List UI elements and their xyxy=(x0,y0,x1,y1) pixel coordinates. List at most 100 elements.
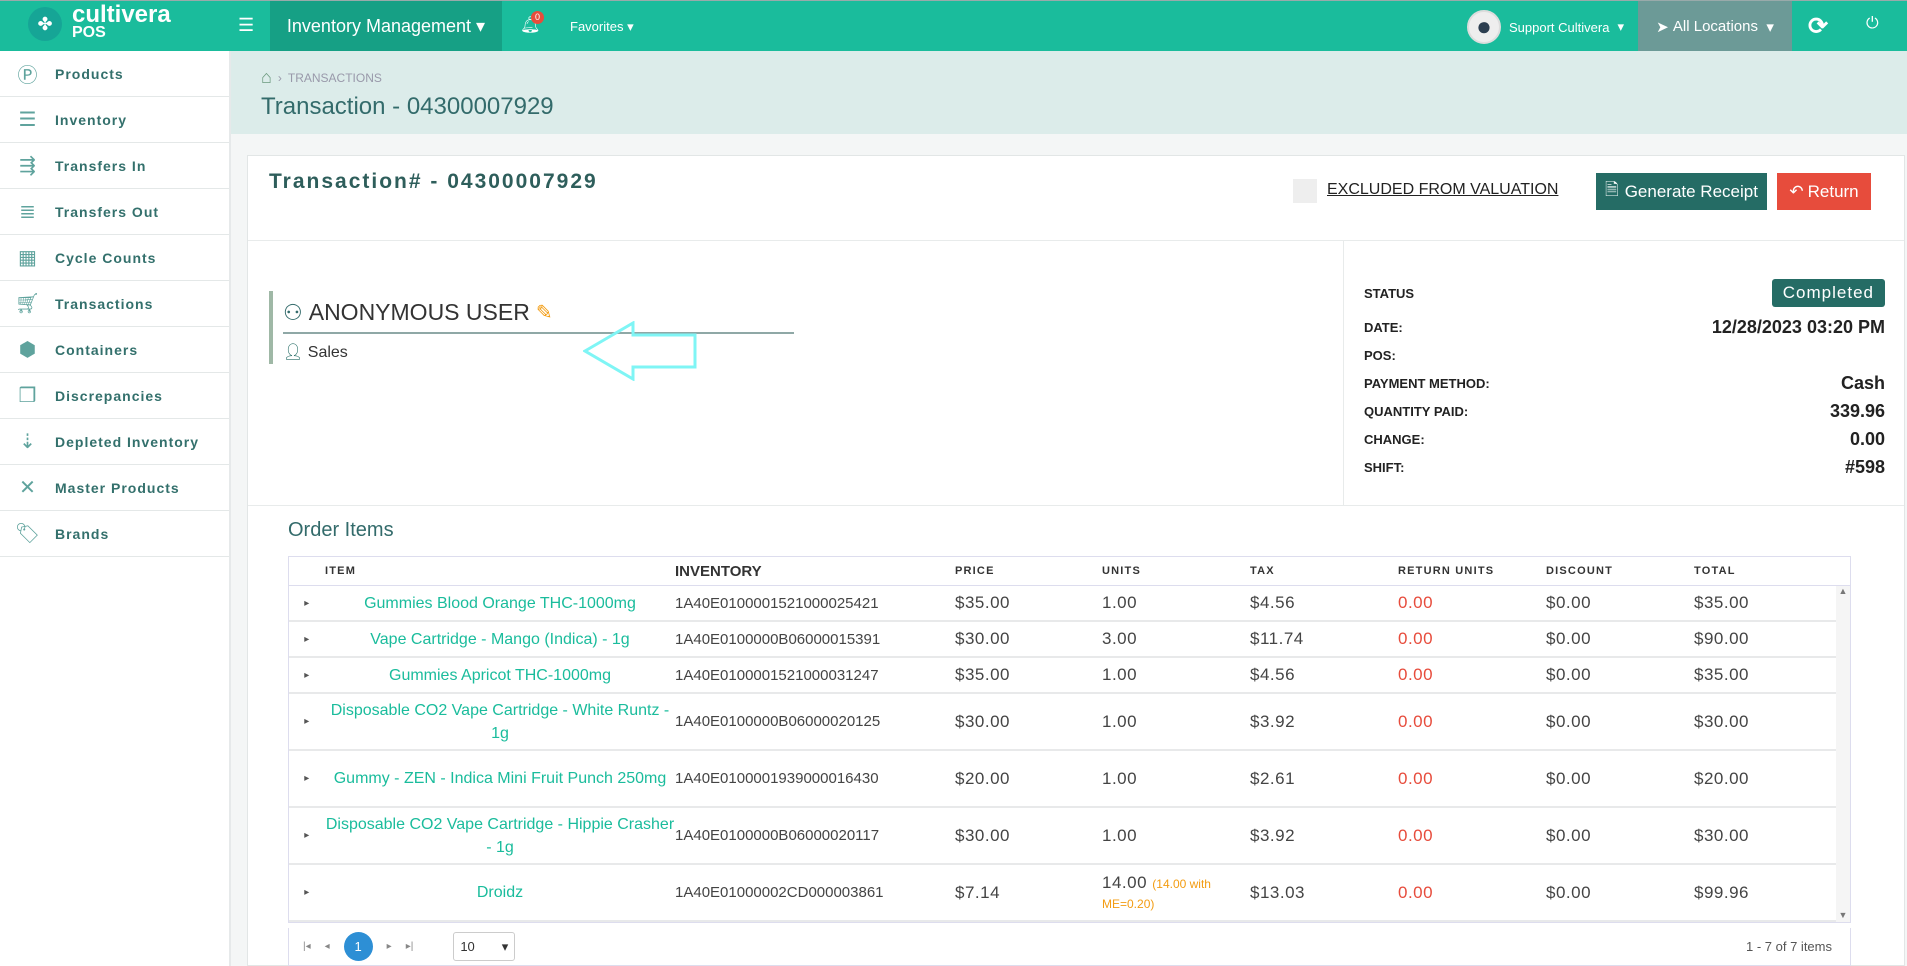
column-header[interactable]: INVENTORY xyxy=(675,563,955,580)
generate-receipt-label: Generate Receipt xyxy=(1624,181,1758,201)
cell-total: $20.00 xyxy=(1694,768,1749,788)
user-menu[interactable]: ● Support Cultivera ▾ xyxy=(1467,10,1624,44)
sidebar-item-transfers-out[interactable]: ≣ Transfers Out xyxy=(0,189,229,235)
sidebar-item-depleted-inventory[interactable]: ⇣ Depleted Inventory xyxy=(0,419,229,465)
favorites-dropdown[interactable]: Favorites ▾ xyxy=(570,19,634,35)
cell-return-units: 0.00 xyxy=(1398,711,1434,731)
column-header[interactable]: TOTAL xyxy=(1694,565,1824,577)
column-header[interactable]: UNITS xyxy=(1102,565,1250,577)
cell-inventory: 1A40E01000002CD000003861 xyxy=(675,884,884,901)
caret-down-icon: ▾ xyxy=(501,938,509,954)
cell-tax: $13.03 xyxy=(1250,882,1305,902)
sidebar-item-brands[interactable]: 🏷︎ Brands xyxy=(0,511,229,557)
expand-row-icon[interactable]: ▸ xyxy=(289,773,325,784)
page-size-select[interactable]: 10 ▾ xyxy=(453,932,516,961)
cell-inventory: 1A40E0100001939000016430 xyxy=(675,770,879,787)
logo-text: cultivera xyxy=(72,1,171,28)
cell-return-units: 0.00 xyxy=(1398,768,1434,788)
scroll-up-icon[interactable]: ▲ xyxy=(1836,586,1850,596)
return-button[interactable]: ↶ Return xyxy=(1777,173,1871,210)
boxes-icon: ❒ xyxy=(18,385,37,407)
sidebar-item-master-products[interactable]: ✕ Master Products xyxy=(0,465,229,511)
cell-tax: $4.56 xyxy=(1250,593,1296,612)
pagination: |◂ ◂ 1 ▸ ▸| 10 ▾ 1 - 7 of 7 items xyxy=(288,928,1851,966)
expand-row-icon[interactable]: ▸ xyxy=(289,670,325,681)
cell-item[interactable]: Disposable CO2 Vape Cartridge - Hippie C… xyxy=(325,813,675,859)
cell-tax: $4.56 xyxy=(1250,665,1296,684)
column-header[interactable]: TAX xyxy=(1250,565,1398,577)
sidebar-item-discrepancies[interactable]: ❒ Discrepancies xyxy=(0,373,229,419)
expand-row-icon[interactable]: ▸ xyxy=(289,598,325,609)
expand-row-icon[interactable]: ▸ xyxy=(289,830,325,841)
date-value: 12/28/2023 03:20 PM xyxy=(1711,316,1885,337)
edit-icon[interactable]: ✎ xyxy=(536,300,553,325)
tag-icon: 🏷︎ xyxy=(14,523,41,545)
page-1-button[interactable]: 1 xyxy=(343,932,373,961)
sort-down-icon: ⇣ xyxy=(19,431,36,453)
cell-item[interactable]: Disposable CO2 Vape Cartridge - White Ru… xyxy=(325,699,675,745)
expand-row-icon[interactable]: ▸ xyxy=(289,887,325,898)
page-size-value: 10 xyxy=(460,939,475,954)
prev-page-icon[interactable]: ◂ xyxy=(325,941,330,952)
module-dropdown[interactable]: Inventory Management ▾ xyxy=(270,1,502,52)
column-header[interactable]: RETURN UNITS xyxy=(1398,565,1546,577)
cell-total: $30.00 xyxy=(1694,825,1749,845)
excluded-label[interactable]: EXCLUDED FROM VALUATION xyxy=(1327,181,1558,199)
scroll-down-icon[interactable]: ▼ xyxy=(1836,910,1850,920)
table-row: ▸ Gummy - ZEN - Indica Mini Fruit Punch 2… xyxy=(289,751,1850,808)
column-header[interactable]: DISCOUNT xyxy=(1546,565,1694,577)
sidebar-item-label: Brands xyxy=(55,525,110,542)
generate-receipt-button[interactable]: 🗎 Generate Receipt xyxy=(1596,173,1767,210)
notification-badge: 0 xyxy=(531,11,544,24)
expand-row-icon[interactable]: ▸ xyxy=(289,634,325,645)
pinwheel-icon: ✕ xyxy=(19,477,36,499)
location-label: All Locations xyxy=(1672,18,1758,35)
cell-item[interactable]: Gummies Apricot THC-1000mg xyxy=(325,664,675,687)
cell-price: $35.00 xyxy=(955,593,1010,612)
cell-total: $99.96 xyxy=(1694,882,1749,902)
cell-units: 1.00 xyxy=(1102,711,1138,731)
cell-tax: $3.92 xyxy=(1250,825,1296,845)
table-row: ▸ Disposable CO2 Vape Cartridge - Hippie … xyxy=(289,808,1850,865)
cell-item[interactable]: Gummies Blood Orange THC-1000mg xyxy=(325,592,675,615)
breadcrumb-transactions[interactable]: TRANSACTIONS xyxy=(288,71,382,85)
power-icon[interactable]: ⏻ xyxy=(1866,15,1879,33)
menu-toggle-icon[interactable]: ☰ xyxy=(238,15,254,36)
column-header[interactable]: PRICE xyxy=(955,565,1102,577)
cell-total: $30.00 xyxy=(1694,711,1749,731)
expand-row-icon[interactable]: ▸ xyxy=(289,716,325,727)
cell-units: 1.00 xyxy=(1102,665,1138,684)
next-page-icon[interactable]: ▸ xyxy=(387,941,392,952)
sidebar-item-containers[interactable]: ⬢ Containers xyxy=(0,327,229,373)
excluded-checkbox[interactable] xyxy=(1293,179,1317,203)
sidebar: Ⓟ Products ☰ Inventory ⇶ Transfers In ≣ Transfe… xyxy=(0,51,231,966)
server-icon: ☰ xyxy=(18,109,37,131)
first-page-icon[interactable]: |◂ xyxy=(303,941,311,952)
last-page-icon[interactable]: ▸| xyxy=(406,941,414,952)
table-scrollbar[interactable]: ▲ ▼ xyxy=(1836,586,1850,922)
location-arrow-icon: ➤ xyxy=(1656,18,1669,36)
logo[interactable]: ✤ cultivera POS xyxy=(28,1,171,42)
cell-item[interactable]: Gummy - ZEN - Indica Mini Fruit Punch 25… xyxy=(325,767,675,790)
refresh-icon[interactable]: ⟳ xyxy=(1808,12,1828,41)
cell-item[interactable]: Droidz xyxy=(325,881,675,904)
table-header: ITEM INVENTORY PRICE UNITS TAX RETURN UNITS DI… xyxy=(289,557,1850,586)
sidebar-item-cycle-counts[interactable]: ▦ Cycle Counts xyxy=(0,235,229,281)
transfer-out-icon: ≣ xyxy=(19,201,36,223)
sidebar-item-inventory[interactable]: ☰ Inventory xyxy=(0,97,229,143)
cell-item[interactable]: Vape Cartridge - Mango (Indica) - 1g xyxy=(325,628,675,651)
transfer-in-icon: ⇶ xyxy=(19,155,36,177)
sidebar-item-transfers-in[interactable]: ⇶ Transfers In xyxy=(0,143,229,189)
column-header[interactable]: ITEM xyxy=(325,560,675,583)
user-outline-icon: ⚇ xyxy=(283,299,303,325)
p-circle-icon: Ⓟ xyxy=(17,65,38,87)
sidebar-item-products[interactable]: Ⓟ Products xyxy=(0,51,229,97)
location-dropdown[interactable]: ➤ All Locations ▾ xyxy=(1638,1,1792,52)
cart-icon: 🛒︎ xyxy=(14,293,41,315)
sidebar-item-transactions[interactable]: 🛒︎ Transactions xyxy=(0,281,229,327)
cell-discount: $0.00 xyxy=(1546,882,1592,902)
home-icon[interactable]: ⌂ xyxy=(261,67,272,88)
pos-label: POS: xyxy=(1364,347,1396,363)
favorites-label: Favorites xyxy=(570,19,624,34)
sidebar-item-label: Transfers Out xyxy=(55,203,160,220)
